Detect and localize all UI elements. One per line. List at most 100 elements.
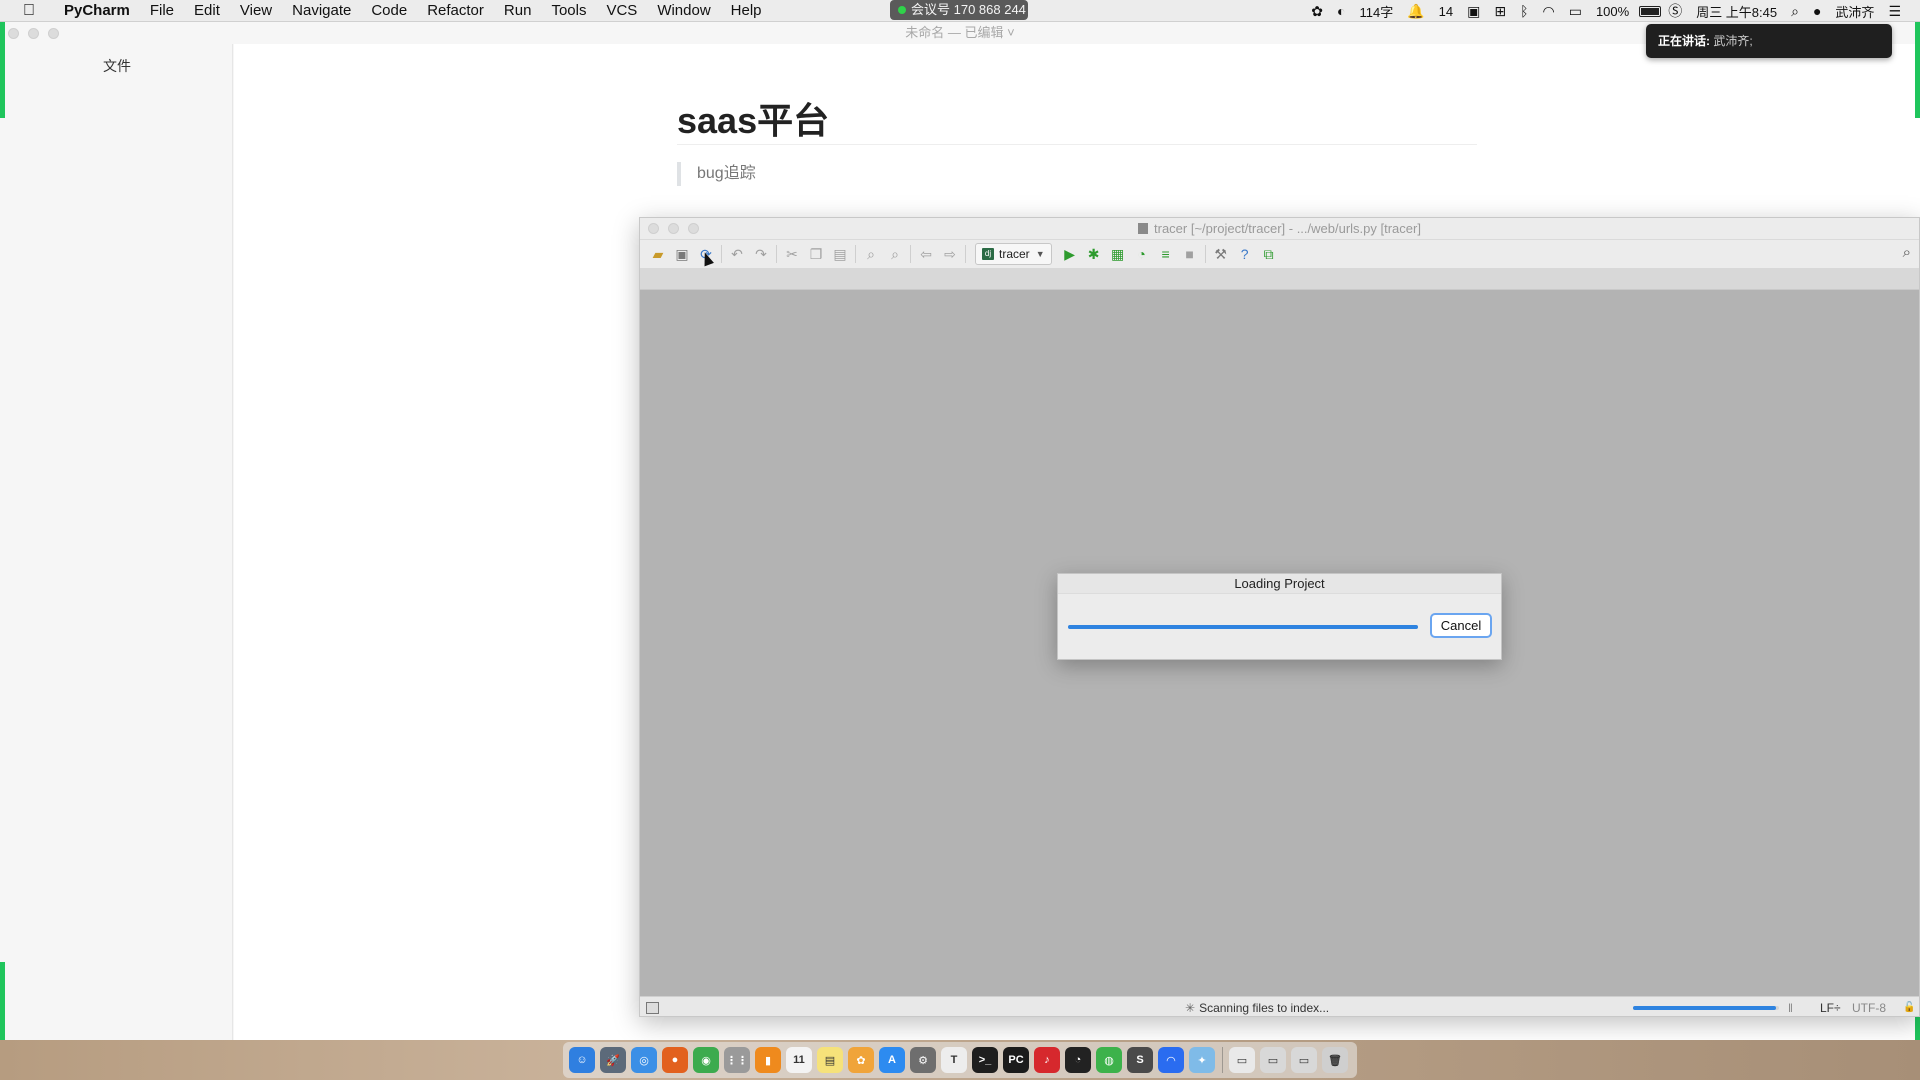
screenshot-folder-icon[interactable]: ▭	[1260, 1047, 1286, 1073]
search-everywhere-icon[interactable]: ⌕	[1903, 244, 1911, 261]
chrome-icon[interactable]: ◉	[693, 1047, 719, 1073]
cancel-button[interactable]: Cancel	[1430, 613, 1492, 638]
help-icon[interactable]: ?	[1233, 242, 1257, 266]
menu-vcs[interactable]: VCS	[596, 0, 647, 22]
doc-heading[interactable]: saas平台	[677, 92, 829, 144]
system-preferences-icon[interactable]: ⚙	[910, 1047, 936, 1073]
spotlight-search-icon[interactable]: ⌕	[1791, 3, 1799, 20]
typora-icon[interactable]: T	[941, 1047, 967, 1073]
concurrency-icon[interactable]: ≡	[1154, 242, 1178, 266]
safari-icon[interactable]: ◎	[631, 1047, 657, 1073]
pycharm-icon[interactable]: PC	[1003, 1047, 1029, 1073]
vcs-icon[interactable]: ⧉	[1257, 242, 1281, 266]
profile-icon[interactable]: ◔	[1130, 242, 1154, 266]
apps-grid-icon[interactable]: ⋮⋮	[724, 1047, 750, 1073]
save-all-icon[interactable]: ▣	[670, 242, 694, 266]
back-icon[interactable]: ⇦	[914, 242, 938, 266]
stop-icon[interactable]: ■	[1178, 242, 1202, 266]
pycharm-minimize-button[interactable]	[668, 223, 679, 234]
doc-zoom-button[interactable]	[48, 28, 59, 39]
grid-icon[interactable]: ⊞	[1494, 3, 1506, 20]
battery-percent[interactable]: 100%	[1596, 4, 1629, 19]
pycharm-toolbar: ▰ ▣ ⟳ ↶ ↷ ✂ ❐ ▤ ⌕ ⌕ ⇦ ⇨ dj tracer ▼ ▶ ✱ …	[640, 240, 1919, 268]
notes-icon[interactable]: ▤	[817, 1047, 843, 1073]
netease-music-icon[interactable]: ♪	[1034, 1047, 1060, 1073]
replace-icon[interactable]: ⌕	[883, 242, 907, 266]
firefox-icon[interactable]: ●	[662, 1047, 688, 1073]
pycharm-titlebar[interactable]: tracer [~/project/tracer] - .../web/urls…	[640, 218, 1919, 240]
notification-center-icon[interactable]: ☰	[1888, 3, 1901, 20]
word-count[interactable]: 114字	[1359, 2, 1393, 21]
doc-window-title[interactable]: 未命名 — 已编辑 ˅	[905, 25, 1014, 40]
qq-icon[interactable]: ◔	[1065, 1047, 1091, 1073]
menu-tools[interactable]: Tools	[541, 0, 596, 22]
trash-icon[interactable]: 🗑	[1322, 1047, 1348, 1073]
find-icon[interactable]: ⌕	[859, 242, 883, 266]
sublime-icon[interactable]: S	[1127, 1047, 1153, 1073]
indexing-status[interactable]: ✳ Scanning files to index...	[1185, 997, 1329, 1016]
misc-app-icon[interactable]: ✦	[1189, 1047, 1215, 1073]
line-separator-indicator[interactable]: LF÷	[1820, 997, 1841, 1016]
s-app-icon[interactable]: Ⓢ	[1668, 1, 1682, 21]
forward-icon[interactable]: ⇨	[938, 242, 962, 266]
doc-close-button[interactable]	[8, 28, 19, 39]
encoding-indicator[interactable]: UTF-8	[1852, 997, 1886, 1016]
copy-icon[interactable]: ❐	[804, 242, 828, 266]
pause-icon[interactable]: ‖	[1788, 997, 1793, 1016]
coverage-icon[interactable]: ▦	[1106, 242, 1130, 266]
doc-blockquote[interactable]: bug追踪	[677, 162, 756, 186]
loading-project-dialog: Loading Project Cancel	[1057, 573, 1502, 660]
downloads-folder-icon[interactable]: ▭	[1291, 1047, 1317, 1073]
notification-count[interactable]: 14	[1439, 4, 1453, 19]
wifi-icon[interactable]: ◠	[1542, 3, 1554, 20]
datetime[interactable]: 周三 上午8:45	[1696, 2, 1777, 21]
undo-icon[interactable]: ↶	[725, 242, 749, 266]
run-configuration-select[interactable]: dj tracer ▼	[975, 243, 1052, 265]
finder-icon[interactable]: ☺	[569, 1047, 595, 1073]
sidebar-files-label[interactable]: 文件	[103, 56, 131, 76]
menu-app-name[interactable]: PyCharm	[54, 0, 140, 22]
launchpad-icon[interactable]: 🚀	[600, 1047, 626, 1073]
settings-wrench-icon[interactable]: ⚒	[1209, 242, 1233, 266]
bluetooth-icon[interactable]: ᛒ	[1520, 3, 1528, 19]
menu-view[interactable]: View	[230, 0, 282, 22]
terminal-icon[interactable]: >_	[972, 1047, 998, 1073]
menu-window[interactable]: Window	[647, 0, 720, 22]
debug-icon[interactable]: ✱	[1082, 242, 1106, 266]
paste-icon[interactable]: ▤	[828, 242, 852, 266]
pycharm-close-button[interactable]	[648, 223, 659, 234]
lock-icon[interactable]: 🔓	[1903, 997, 1915, 1016]
menu-edit[interactable]: Edit	[184, 0, 230, 22]
user-avatar-icon[interactable]: ●	[1813, 3, 1821, 19]
redo-icon[interactable]: ↷	[749, 242, 773, 266]
pycharm-zoom-button[interactable]	[688, 223, 699, 234]
menu-help[interactable]: Help	[721, 0, 772, 22]
photos-icon[interactable]: ✿	[848, 1047, 874, 1073]
user-name[interactable]: 武沛齐	[1835, 2, 1874, 21]
doc-minimize-button[interactable]	[28, 28, 39, 39]
input-method-icon[interactable]: ✿	[1311, 3, 1323, 20]
clipboard-icon[interactable]: ▣	[1467, 3, 1480, 20]
cut-icon[interactable]: ✂	[780, 242, 804, 266]
document-stack-icon[interactable]: ▭	[1229, 1047, 1255, 1073]
run-icon[interactable]: ▶	[1058, 242, 1082, 266]
app-store-icon[interactable]: A	[879, 1047, 905, 1073]
tool-windows-toggle-icon[interactable]	[646, 1002, 659, 1014]
apple-logo-icon[interactable]: 	[18, 2, 40, 20]
calendar-icon[interactable]: 11	[786, 1047, 812, 1073]
menu-file[interactable]: File	[140, 0, 184, 22]
books-icon[interactable]: ▮	[755, 1047, 781, 1073]
notification-bell-icon[interactable]: 🔔	[1407, 3, 1424, 20]
vpn-icon[interactable]: ◐	[1337, 3, 1345, 19]
menu-code[interactable]: Code	[361, 0, 417, 22]
airplay-icon[interactable]: ▭	[1569, 3, 1582, 20]
battery-icon[interactable]	[1639, 5, 1662, 17]
open-folder-icon[interactable]: ▰	[646, 242, 670, 266]
wechat-icon[interactable]: ◍	[1096, 1047, 1122, 1073]
tencent-meeting-icon[interactable]: ◠	[1158, 1047, 1184, 1073]
menu-navigate[interactable]: Navigate	[282, 0, 361, 22]
indexing-progress-bar[interactable]	[1633, 1006, 1779, 1010]
menu-refactor[interactable]: Refactor	[417, 0, 494, 22]
meeting-indicator[interactable]: 会议号 170 868 244	[890, 0, 1028, 20]
menu-run[interactable]: Run	[494, 0, 542, 22]
